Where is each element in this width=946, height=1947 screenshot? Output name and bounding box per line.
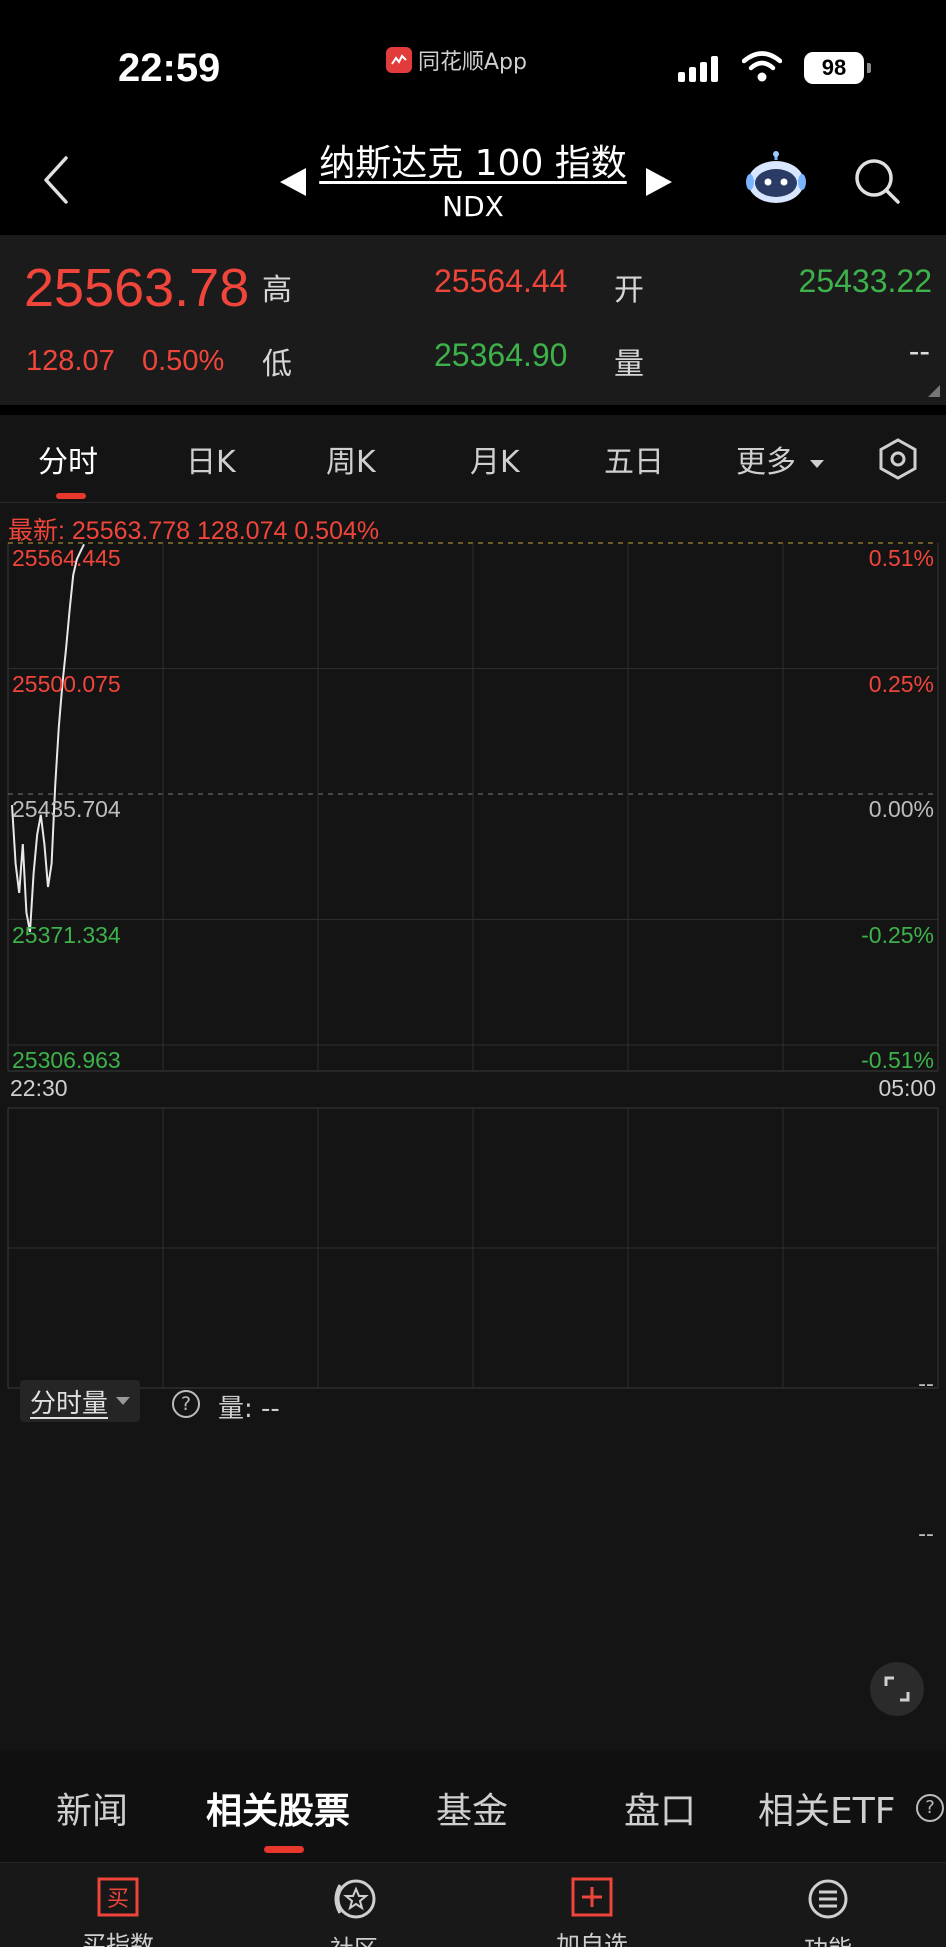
tab-monthly-k[interactable]: 月K [470, 437, 520, 481]
chevron-down-icon [809, 459, 824, 468]
signal-icon [678, 56, 718, 82]
y-left-tick-label: 25306.963 [12, 1047, 121, 1073]
high-value: 25564.44 [434, 263, 568, 299]
buy-index-button[interactable]: 买 买指数 [48, 1877, 188, 1947]
app-root: 22:59 同花顺App 98 纳斯达克 100 指数 NDX 25563.78… [0, 0, 946, 1947]
volume-indicator-select[interactable]: 分时量 [20, 1380, 141, 1422]
functions-label: 功能 [758, 1929, 898, 1947]
x-start-label: 22:30 [10, 1075, 68, 1101]
open-label: 开 [614, 274, 644, 307]
low-label: 低 [262, 348, 292, 381]
ticker-code: NDX [442, 190, 504, 223]
volume-value: -- [908, 333, 930, 369]
tab-news[interactable]: 新闻 [56, 1782, 128, 1834]
help-icon[interactable]: ? [916, 1794, 944, 1822]
back-icon[interactable] [38, 154, 74, 206]
tab-daily-k[interactable]: 日K [186, 437, 236, 481]
price-line [11, 543, 85, 932]
volume-axis-mid: -- [918, 1522, 934, 1547]
menu-icon [808, 1879, 848, 1919]
content-tabs: 新闻 相关股票 基金 盘口 相关ETF ? [0, 1750, 946, 1862]
y-left-tick-label: 25435.704 [12, 796, 121, 822]
y-right-tick-label: 0.51% [868, 545, 934, 571]
volume-label: 量 [614, 348, 644, 381]
help-icon[interactable]: ? [172, 1390, 200, 1418]
tab-intraday[interactable]: 分时 [38, 437, 98, 481]
tab-more[interactable]: 更多 [736, 437, 824, 481]
high-label: 高 [262, 274, 292, 307]
chevron-down-icon [116, 1397, 131, 1405]
low-value: 25364.90 [434, 337, 568, 373]
volume-axis-top: -- [918, 1372, 934, 1397]
y-left-tick-label: 25564.445 [12, 545, 121, 571]
y-left-tick-label: 25500.075 [12, 670, 121, 697]
volume-readout: 量: -- [218, 1394, 280, 1424]
price-change: 128.07 [26, 345, 115, 377]
y-right-tick-label: -0.51% [861, 1047, 934, 1073]
y-right-tick-label: -0.25% [861, 921, 934, 948]
quote-panel: 25563.78 128.07 0.50% 高 25564.44 低 25364… [0, 235, 946, 405]
intraday-chart[interactable]: 最新: 25563.778 128.074 0.504% 25564.445 25… [0, 503, 946, 1398]
community-icon [334, 1879, 376, 1919]
content-tab-indicator [264, 1846, 304, 1853]
status-app-name: 同花顺App [418, 50, 527, 75]
y-right-tick-label: 0.25% [868, 670, 934, 697]
buy-icon: 买 [97, 1877, 139, 1917]
chart-tabs: 分时 日K 周K 月K 五日 更多 [0, 415, 946, 503]
tab-weekly-k[interactable]: 周K [326, 437, 376, 481]
status-time: 22:59 [118, 46, 221, 90]
tab-five-day[interactable]: 五日 [604, 437, 664, 481]
tab-order-book[interactable]: 盘口 [624, 1782, 696, 1834]
tab-related-stocks[interactable]: 相关股票 [206, 1782, 350, 1834]
status-bar: 22:59 同花顺App 98 [0, 0, 946, 120]
nav-bar: 纳斯达克 100 指数 NDX [0, 120, 946, 235]
expand-corner-icon[interactable] [928, 385, 940, 397]
wifi-icon [742, 51, 782, 82]
add-watchlist-icon [571, 1877, 613, 1917]
community-label: 社区 [284, 1929, 424, 1947]
ai-assistant-robot-icon[interactable] [744, 150, 808, 206]
chart-canvas [7, 542, 939, 1389]
tab-funds[interactable]: 基金 [436, 1782, 508, 1834]
svg-text:买: 买 [107, 1887, 129, 1912]
tab-more-label: 更多 [736, 445, 796, 480]
functions-button[interactable]: 功能 [758, 1877, 898, 1947]
bottom-toolbar: 买 买指数 社区 加自选 [0, 1862, 946, 1947]
add-watchlist-label: 加自选 [556, 1931, 628, 1947]
y-right-tick-label: 0.00% [868, 796, 934, 822]
y-left-tick-label: 25371.334 [12, 921, 121, 948]
open-value: 25433.22 [798, 263, 932, 299]
settings-hexagon-icon[interactable] [876, 437, 920, 481]
app-logo-icon [386, 47, 412, 73]
volume-indicator-label: 分时量 [30, 1388, 109, 1419]
battery-icon: 98 [804, 52, 871, 84]
search-icon[interactable] [852, 156, 902, 206]
buy-index-label: 买指数 [82, 1931, 154, 1947]
x-end-label: 05:00 [878, 1075, 936, 1101]
next-index-arrow-icon[interactable] [646, 168, 672, 196]
community-button[interactable]: 社区 [284, 1877, 424, 1947]
fullscreen-button[interactable] [870, 1662, 924, 1716]
page-title[interactable]: 纳斯达克 100 指数 [300, 134, 646, 186]
current-price: 25563.78 [24, 258, 250, 318]
tab-active-indicator [56, 493, 86, 499]
tab-related-etf[interactable]: 相关ETF [758, 1782, 895, 1834]
fullscreen-icon [884, 1676, 910, 1702]
add-watchlist-button[interactable]: 加自选 [522, 1877, 662, 1947]
section-divider [0, 405, 946, 415]
status-app-indicator: 同花顺App [386, 44, 527, 76]
price-change-pct: 0.50% [142, 345, 225, 377]
